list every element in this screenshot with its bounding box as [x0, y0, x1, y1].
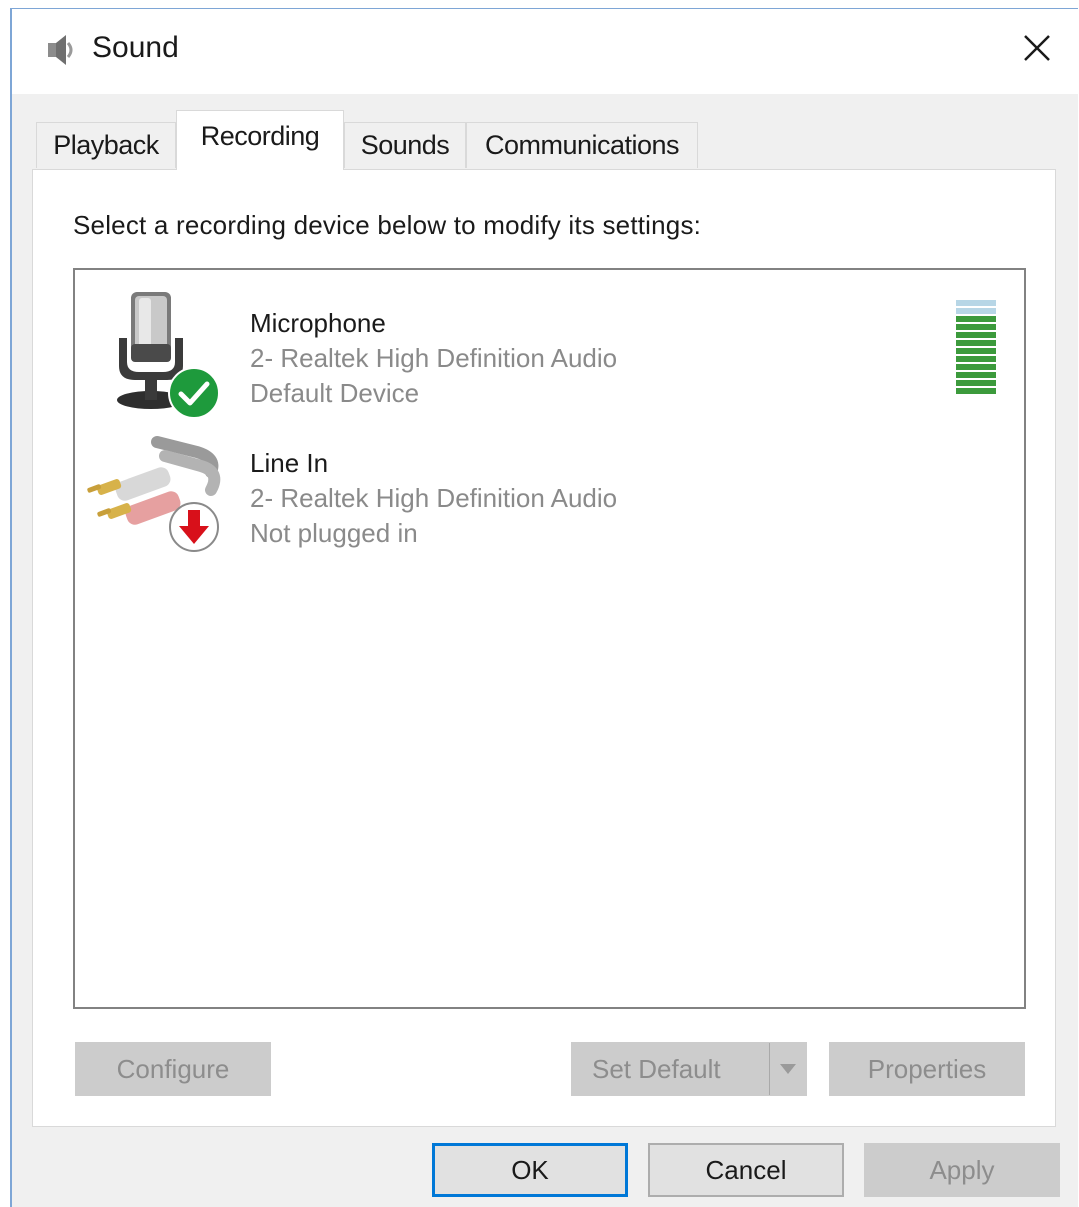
device-list[interactable]: Microphone 2- Realtek High Definition Au… — [73, 268, 1026, 1009]
title-bar[interactable]: Sound — [12, 9, 1078, 94]
device-text-line-in: Line In 2- Realtek High Definition Audio… — [250, 446, 617, 551]
device-driver: 2- Realtek High Definition Audio — [250, 343, 618, 373]
tab-communications[interactable]: Communications — [466, 122, 698, 168]
device-item-microphone[interactable]: Microphone 2- Realtek High Definition Au… — [75, 280, 1024, 419]
chevron-down-icon — [780, 1064, 796, 1074]
device-item-line-in[interactable]: Line In 2- Realtek High Definition Audio… — [75, 420, 1024, 556]
device-text-microphone: Microphone 2- Realtek High Definition Au… — [250, 306, 617, 411]
ok-button[interactable]: OK — [432, 1143, 628, 1197]
window-title: Sound — [92, 31, 179, 64]
device-status: Default Device — [250, 378, 420, 408]
set-default-dropdown[interactable] — [769, 1043, 806, 1095]
level-segment — [956, 308, 996, 314]
level-segment — [956, 332, 996, 338]
tab-recording[interactable]: Recording — [176, 110, 344, 170]
speaker-icon — [48, 35, 73, 65]
level-segment — [956, 300, 996, 306]
configure-button[interactable]: Configure — [75, 1042, 271, 1096]
cancel-button[interactable]: Cancel — [648, 1143, 844, 1197]
level-segment — [956, 324, 996, 330]
set-default-label: Set Default — [592, 1053, 721, 1084]
close-icon — [1024, 35, 1050, 61]
device-name: Line In — [250, 448, 329, 478]
sound-dialog: Sound Playback Recording Sounds Communic… — [10, 8, 1078, 1207]
close-button[interactable] — [1014, 25, 1060, 71]
properties-button[interactable]: Properties — [829, 1042, 1025, 1096]
level-segment — [956, 348, 996, 354]
recording-panel: Select a recording device below to modif… — [32, 169, 1056, 1127]
device-driver: 2- Realtek High Definition Audio — [250, 483, 618, 513]
device-name: Microphone — [250, 308, 386, 338]
level-meter — [956, 300, 996, 396]
level-segment — [956, 364, 996, 370]
level-segment — [956, 388, 996, 394]
default-check-icon — [168, 367, 220, 419]
level-segment — [956, 316, 996, 322]
level-segment — [956, 372, 996, 378]
tab-playback[interactable]: Playback — [36, 122, 176, 168]
set-default-button[interactable]: Set Default — [571, 1042, 807, 1096]
tab-sounds[interactable]: Sounds — [344, 122, 466, 168]
unplugged-arrow-icon — [169, 502, 219, 552]
instruction-text: Select a recording device below to modif… — [73, 210, 702, 240]
device-status: Not plugged in — [250, 518, 418, 548]
level-segment — [956, 340, 996, 346]
level-segment — [956, 356, 996, 362]
level-segment — [956, 380, 996, 386]
apply-button[interactable]: Apply — [864, 1143, 1060, 1197]
